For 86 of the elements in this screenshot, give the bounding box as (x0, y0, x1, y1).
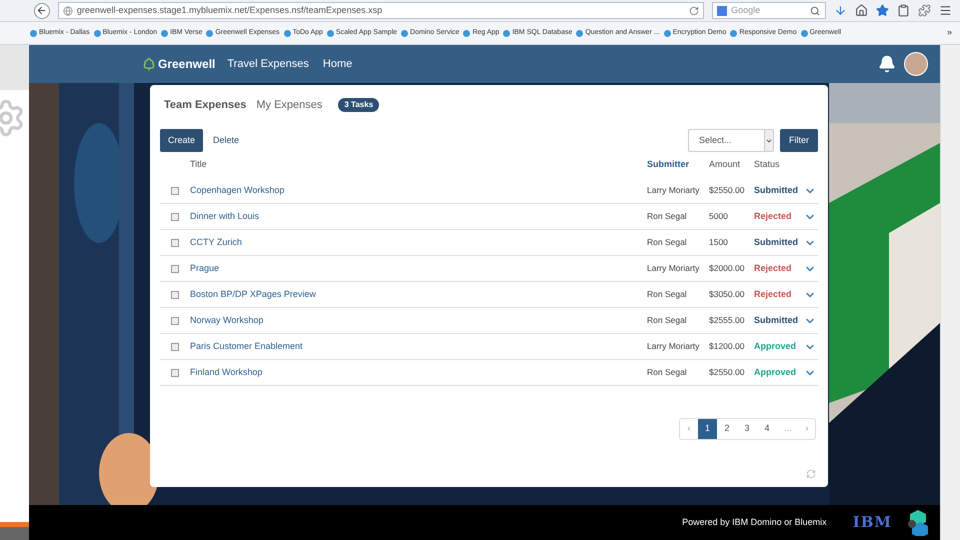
select-placeholder: Select... (698, 134, 733, 147)
row-checkbox[interactable] (171, 368, 179, 376)
download-icon[interactable] (834, 4, 848, 17)
status-cell-text: Approved (754, 340, 798, 353)
expense-title-link[interactable]: Prague (190, 262, 647, 276)
back-button[interactable] (34, 2, 50, 18)
column-header[interactable]: Submitter (647, 158, 709, 172)
avatar[interactable] (904, 52, 928, 76)
expense-title-link[interactable]: CCTY Zurich (190, 236, 647, 250)
hexagon-logo-icon (908, 510, 928, 536)
bell-icon[interactable] (878, 55, 896, 73)
status-cell-text: Submitted (754, 236, 799, 249)
clipboard-icon[interactable] (897, 4, 910, 17)
expense-title-link[interactable]: Norway Workshop (190, 314, 647, 328)
amount-cell-text: $2555.00 (709, 314, 746, 327)
tab[interactable]: My Expenses (256, 96, 322, 114)
address-bar[interactable]: greenwell-expenses.stage1.mybluemix.net/Expenses.nsf/teamExpenses.xsp (58, 2, 704, 19)
puzzle-icon[interactable] (918, 4, 932, 17)
column-header: Title (190, 158, 208, 172)
row-checkbox[interactable] (171, 186, 179, 194)
submitter-cell-text: Ron Segal (647, 210, 688, 223)
submitter-cell-text: Larry Moriarty (647, 262, 700, 275)
delete-button[interactable]: Delete (213, 134, 240, 148)
brand-name: Greenwell (158, 56, 216, 73)
status-cell-text: Submitted (754, 314, 799, 327)
more-bookmarks[interactable]: » (946, 26, 952, 40)
row-checkbox[interactable] (171, 290, 179, 298)
search-input[interactable]: Google (731, 4, 806, 18)
row-checkbox[interactable] (171, 264, 179, 272)
amount-cell-text: 5000 (709, 210, 729, 223)
row-checkbox[interactable] (171, 212, 179, 220)
column-header: Status (754, 158, 781, 172)
amount-cell-text: $1200.00 (709, 340, 746, 353)
search-field[interactable]: Google (712, 2, 826, 19)
amount-cell-text: $2000.00 (709, 262, 746, 275)
ibm-logo: IBM (852, 512, 892, 534)
search-icon[interactable] (810, 6, 820, 16)
nav-link[interactable]: Travel Expenses (227, 56, 309, 72)
submitter-cell-text: Ron Segal (647, 236, 688, 249)
submitter-cell-text: Larry Moriarty (647, 184, 700, 197)
expense-title-link[interactable]: Paris Customer Enablement (190, 340, 647, 354)
amount-cell-text: $2550.00 (709, 184, 746, 197)
amount-cell-text: 1500 (709, 236, 729, 249)
tree-logo-icon (142, 57, 156, 71)
url-text: greenwell-expenses.stage1.mybluemix.net/Expenses.nsf/teamExpenses.xsp (76, 4, 384, 17)
submitter-cell-text: Larry Moriarty (647, 340, 700, 353)
reload-icon[interactable] (689, 6, 700, 16)
row-checkbox[interactable] (171, 342, 179, 350)
slide-header-band (0, 45, 29, 90)
submitter-cell-text: Ron Segal (647, 366, 688, 379)
search-engine-icon (717, 6, 728, 16)
submitter-cell-text: Ron Segal (647, 288, 688, 301)
page-link[interactable]: 4 (757, 419, 777, 439)
submitter-cell-text: Ron Segal (647, 314, 688, 327)
scrollbar[interactable] (940, 45, 960, 540)
expense-title-link[interactable]: Dinner with Louis (190, 210, 647, 224)
status-cell-text: Rejected (754, 288, 793, 301)
expense-title-link[interactable]: Finland Workshop (190, 366, 647, 380)
status-cell-text: Approved (754, 366, 798, 379)
star-icon[interactable] (876, 4, 890, 17)
expense-title-link[interactable]: Boston BP/DP XPages Preview (190, 288, 647, 302)
amount-cell-text: $3050.00 (709, 288, 746, 301)
slide-footer-bar (0, 522, 29, 540)
create-button[interactable]: Create (160, 129, 204, 152)
back-arrow-icon (36, 5, 48, 16)
powered-by-text: Powered by IBM Domino or Bluemix (682, 516, 827, 529)
globe-icon (62, 6, 73, 16)
menu-icon[interactable] (939, 4, 952, 17)
tab[interactable]: Team Expenses (164, 96, 246, 114)
home-icon[interactable] (855, 4, 868, 17)
ellipsis: ... (783, 422, 793, 436)
nav-link[interactable]: Home (322, 56, 352, 72)
page-link[interactable]: 2 (717, 419, 737, 439)
amount-cell-text: $2550.00 (709, 366, 746, 379)
select-dropdown[interactable]: Select... (688, 129, 774, 152)
tasks-badge: 3 Tasks (338, 98, 380, 112)
page-link[interactable]: 3 (737, 419, 757, 439)
page-link[interactable]: 1 (698, 419, 717, 439)
status-cell-text: Rejected (754, 262, 793, 275)
row-checkbox[interactable] (171, 238, 179, 246)
filter-button[interactable]: Filter (780, 129, 818, 152)
expense-title-link[interactable]: Copenhagen Workshop (190, 184, 647, 198)
row-checkbox[interactable] (171, 316, 179, 324)
column-header: Amount (709, 158, 742, 172)
status-cell-text: Rejected (754, 210, 793, 223)
status-cell-text: Submitted (754, 184, 799, 197)
